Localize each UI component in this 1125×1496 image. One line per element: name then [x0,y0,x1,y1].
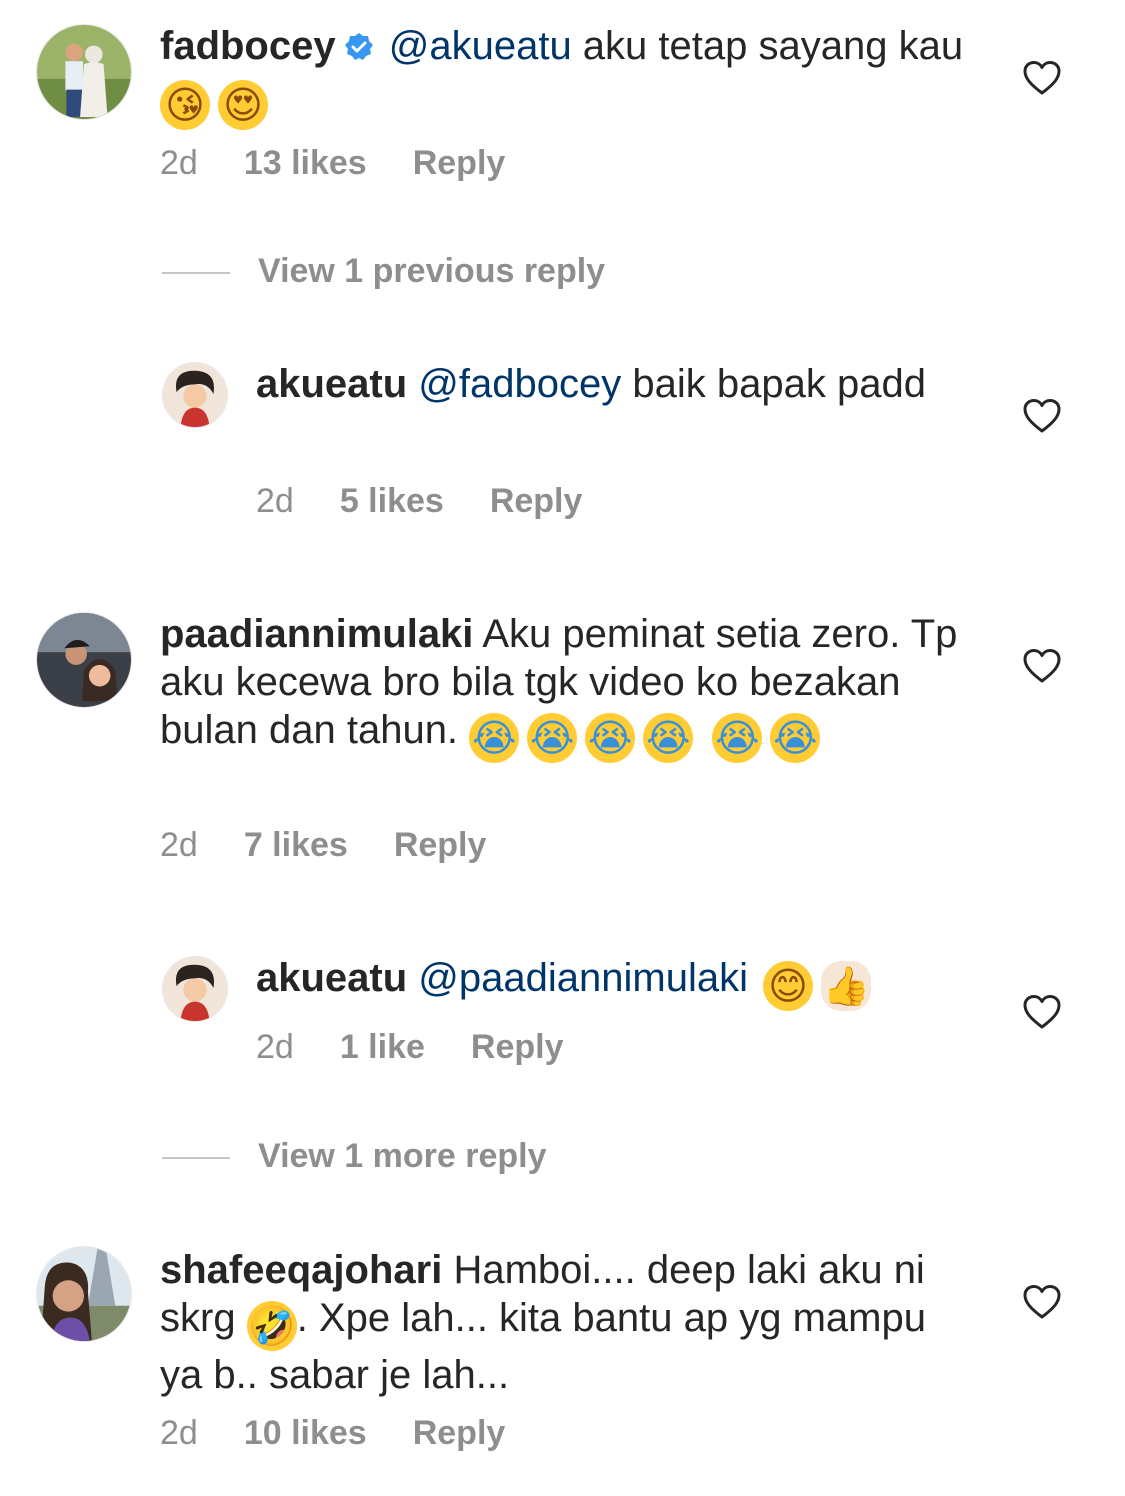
divider [162,1157,230,1160]
heart-outline-icon[interactable] [1022,994,1062,1030]
emoji: 😘 [160,80,210,130]
comment-text: akueatu @paadiannimulaki 😊 👍 [256,954,956,1011]
emoji: 😭 [643,713,694,763]
reply-button[interactable]: Reply [490,482,583,520]
comment-meta: 2d 1 like Reply [256,1028,610,1067]
emoji: 😊 [763,961,814,1011]
username[interactable]: shafeeqajohari [160,1248,442,1292]
comment-body: aku tetap sayang kau [571,24,964,68]
view-previous-replies-button[interactable]: View 1 previous reply [162,252,605,292]
comment-time[interactable]: 2d [160,1414,198,1452]
username[interactable]: paadiannimulaki [160,612,473,656]
heart-outline-icon[interactable] [1022,60,1062,96]
comment-time[interactable]: 2d [160,826,198,864]
avatar[interactable] [36,1246,132,1342]
comment-text: fadbocey @akueatu aku tetap sayang kau 😘 😍 [160,22,970,130]
divider [162,272,230,275]
comment-text: akueatu @fadbocey baik bapak padd [256,360,956,408]
mention-link[interactable]: @akueatu [389,24,572,68]
likes-count[interactable]: 1 like [340,1028,425,1066]
comment-meta: 2d 7 likes Reply [160,826,532,865]
heart-outline-icon[interactable] [1022,398,1062,434]
emoji: 😭 [712,713,763,763]
comment-text: shafeeqajohari Hamboi.... deep laki aku … [160,1246,970,1399]
view-replies-label[interactable]: View 1 previous reply [258,252,605,290]
comment-time[interactable]: 2d [256,482,294,520]
mention-link[interactable]: @fadbocey [418,362,621,406]
view-more-replies-button[interactable]: View 1 more reply [162,1137,547,1177]
avatar[interactable] [162,956,228,1022]
comment-body: baik bapak padd [621,362,926,406]
reply-button[interactable]: Reply [394,826,487,864]
heart-outline-icon[interactable] [1022,1284,1062,1320]
username[interactable]: akueatu [256,956,407,1000]
emoji: 😭 [527,713,578,763]
mention-link[interactable]: @paadiannimulaki [418,956,748,1000]
verified-badge-icon [344,25,374,73]
comment-time[interactable]: 2d [160,144,198,182]
view-replies-label[interactable]: View 1 more reply [258,1137,547,1175]
reply-button[interactable]: Reply [471,1028,564,1066]
emoji: 🤣 [246,1301,297,1351]
username[interactable]: fadbocey [160,24,336,68]
heart-outline-icon[interactable] [1022,648,1062,684]
emoji: 😭 [770,713,821,763]
likes-count[interactable]: 5 likes [340,482,444,520]
emoji: 😍 [218,80,268,130]
comment-meta: 2d 10 likes Reply [160,1414,551,1453]
likes-count[interactable]: 7 likes [244,826,348,864]
reply-button[interactable]: Reply [413,144,506,182]
comment-time[interactable]: 2d [256,1028,294,1066]
comment-meta: 2d 5 likes Reply [256,482,628,521]
emoji: 😭 [469,713,520,763]
avatar[interactable] [162,362,228,428]
avatar[interactable] [36,24,132,120]
reply-button[interactable]: Reply [413,1414,506,1452]
comment-meta: 2d 13 likes Reply [160,144,551,183]
comment-text: paadiannimulaki Aku peminat setia zero. … [160,610,970,763]
emoji: 👍 [821,961,872,1011]
likes-count[interactable]: 10 likes [244,1414,367,1452]
emoji: 😭 [585,713,636,763]
avatar[interactable] [36,612,132,708]
username[interactable]: akueatu [256,362,407,406]
likes-count[interactable]: 13 likes [244,144,367,182]
